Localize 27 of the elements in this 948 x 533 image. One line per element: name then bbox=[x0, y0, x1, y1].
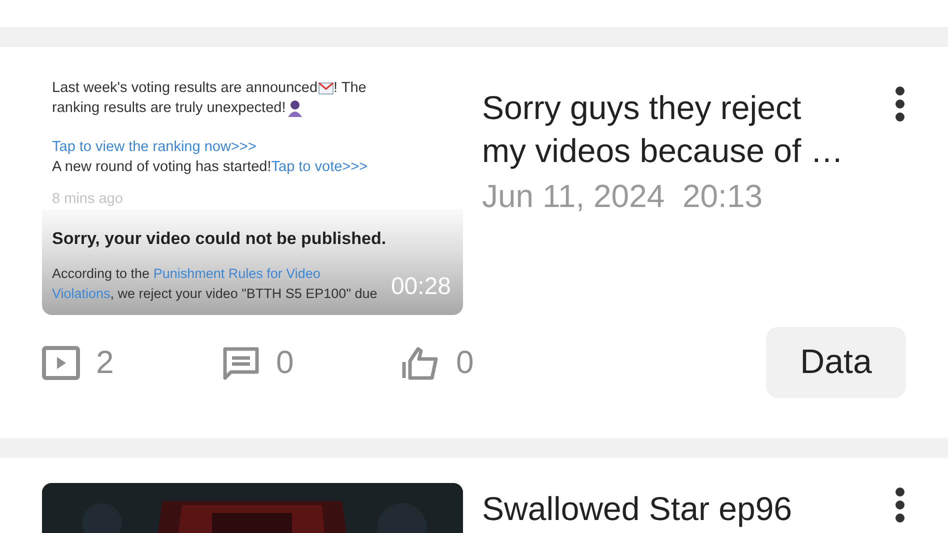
message-link[interactable]: Tap to view the ranking now>>> bbox=[52, 137, 256, 157]
message-link[interactable]: Tap to vote>>> bbox=[271, 157, 368, 177]
message-text: According to the bbox=[52, 266, 151, 280]
envelope-icon bbox=[318, 82, 334, 94]
notice-title: Sorry, your video could not be published. bbox=[52, 229, 386, 249]
video-date: Jun 11, 2024 20:13 bbox=[482, 178, 763, 215]
message-link[interactable]: Punishment Rules for Video bbox=[153, 266, 320, 280]
more-options-icon[interactable] bbox=[894, 86, 906, 122]
message-link[interactable]: Violations bbox=[52, 286, 110, 300]
more-options-icon[interactable] bbox=[894, 487, 906, 523]
video-title[interactable]: Swallowed Star ep96 bbox=[482, 487, 854, 530]
video-title[interactable]: Sorry guys they reject my videos because of … bbox=[482, 86, 854, 172]
message-text: ranking results are truly unexpected! bbox=[52, 99, 286, 118]
stat-count: 0 bbox=[276, 344, 294, 381]
message-text: Last week's voting results are announced bbox=[52, 79, 318, 98]
play-icon bbox=[42, 346, 80, 380]
data-button[interactable]: Data bbox=[766, 327, 906, 398]
person-icon bbox=[286, 99, 304, 117]
stat-count: 2 bbox=[96, 344, 114, 381]
thumbs-up-icon bbox=[402, 346, 440, 380]
message-time: 8 mins ago bbox=[52, 190, 123, 209]
message-text: , we reject your video "BTTH S5 EP100" due bbox=[110, 286, 378, 300]
message-text: ! The bbox=[334, 79, 366, 98]
message-text: A new round of voting has started! bbox=[52, 158, 272, 177]
comment-icon bbox=[222, 346, 260, 380]
video-duration: 00:28 bbox=[390, 273, 451, 301]
stat-count: 0 bbox=[456, 344, 474, 381]
